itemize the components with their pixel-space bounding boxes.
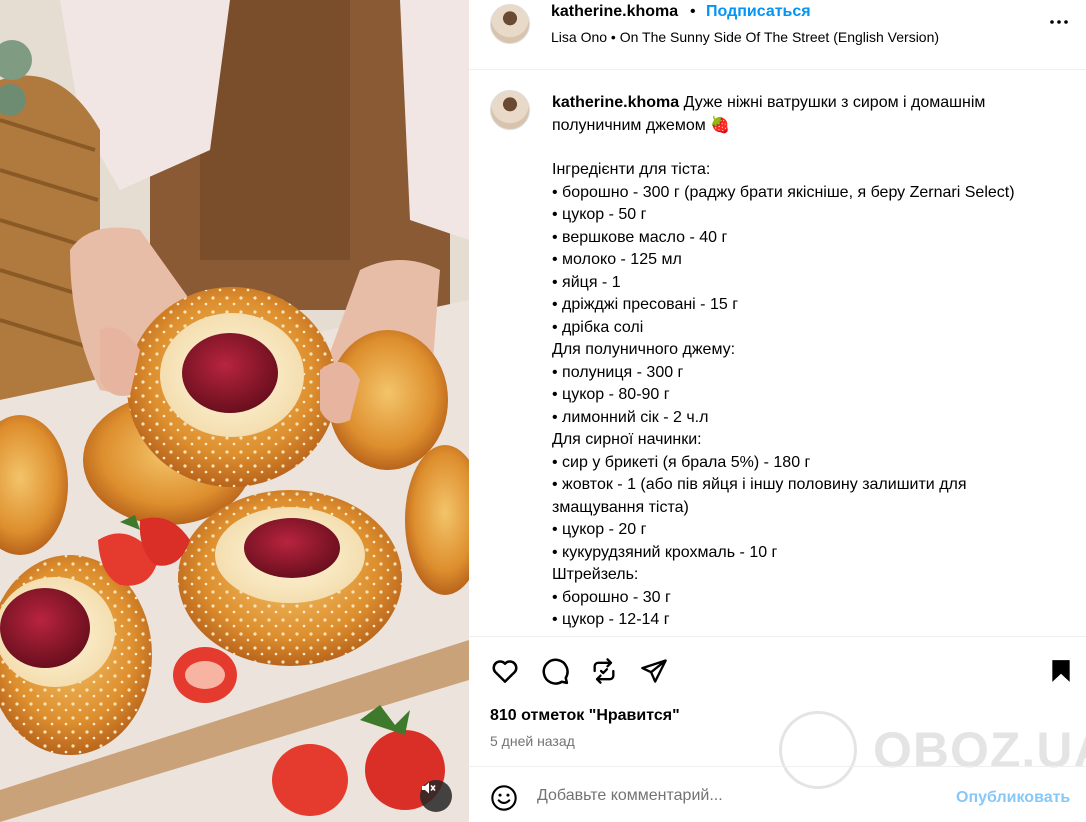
caption-area: katherine.khoma Дуже ніжні ватрушки з си…	[469, 71, 1086, 636]
pastry-photo	[0, 0, 469, 822]
comment-button[interactable]	[538, 654, 572, 688]
caption-line: • цукор - 12-14 г	[552, 611, 670, 628]
caption-line: • борошно - 30 г	[552, 588, 671, 606]
caption-line: • молоко - 125 мл	[552, 251, 682, 268]
caption-intro-1: Дуже ніжні ватрушки з сиром і домашнім	[683, 94, 986, 111]
emoji-icon	[491, 785, 517, 811]
comment-icon	[542, 658, 569, 685]
caption-line: • дріжджі пресовані - 15 г	[552, 296, 739, 313]
more-horizontal-icon	[1050, 20, 1068, 24]
caption-line: • дрібка солі	[552, 318, 644, 336]
send-button[interactable]	[637, 654, 671, 688]
caption-line: • яйця - 1	[552, 273, 621, 291]
caption-line: Для сирної начинки:	[552, 431, 702, 448]
emoji-button[interactable]	[490, 784, 518, 812]
save-button[interactable]	[1044, 654, 1078, 688]
like-button[interactable]	[488, 654, 522, 688]
caption-line: • цукор - 50 г	[552, 206, 647, 223]
post-media[interactable]	[0, 0, 469, 822]
caption-line: • кукурудзяний крохмаль - 10 г	[552, 543, 778, 561]
caption-line: • борошно - 300 г (раджу брати якісніше,…	[552, 183, 1015, 201]
caption-line: • цукор - 20 г	[552, 521, 647, 538]
heart-icon	[492, 660, 518, 683]
post-header: katherine.khoma • Подписаться Lisa Ono •…	[469, 0, 1086, 70]
caption-avatar[interactable]	[490, 90, 530, 130]
caption-line: • цукор - 80-90 г	[552, 386, 670, 403]
caption-line: Для полуничного джему:	[552, 341, 736, 358]
comment-input[interactable]	[537, 781, 937, 811]
speaker-muted-icon	[422, 782, 436, 794]
caption-line: Інгредієнти для тіста:	[552, 161, 711, 178]
bookmark-icon	[1052, 660, 1070, 682]
post-date[interactable]: 5 дней назад	[490, 733, 575, 749]
publish-comment-button[interactable]: Опубликовать	[956, 789, 1070, 807]
follow-button[interactable]: Подписаться	[706, 3, 811, 21]
caption-line: • жовток - 1 (або пів яйця і іншу полови…	[552, 476, 967, 493]
caption-text: katherine.khoma Дуже ніжні ватрушки з си…	[552, 92, 1072, 632]
avatar[interactable]	[490, 4, 530, 44]
caption-line: Штрейзель:	[552, 566, 639, 583]
post-panel: katherine.khoma • Подписаться Lisa Ono •…	[469, 0, 1086, 822]
send-icon	[641, 659, 667, 683]
caption-intro-2: полуничним джемом 🍓	[552, 116, 731, 134]
caption-line: • сир у брикеті (я брала 5%) - 180 г	[552, 453, 811, 471]
action-bar: 810 отметок "Нравится" 5 дней назад	[469, 636, 1086, 766]
comment-bar: Опубликовать	[469, 766, 1086, 822]
caption-line: змащування тіста)	[552, 498, 689, 516]
caption-username[interactable]: katherine.khoma	[552, 94, 679, 111]
music-info[interactable]: Lisa Ono • On The Sunny Side Of The Stre…	[551, 29, 939, 45]
mute-button[interactable]	[420, 780, 452, 812]
repost-icon	[593, 658, 615, 684]
like-count[interactable]: 810 отметок "Нравится"	[490, 707, 680, 725]
more-options-button[interactable]	[1047, 10, 1071, 34]
separator-dot: •	[690, 3, 696, 20]
caption-line: • лимонний сік - 2 ч.л	[552, 408, 709, 426]
repost-button[interactable]	[587, 654, 621, 688]
caption-line: • вершкове масло - 40 г	[552, 228, 728, 246]
caption-line: • полуниця - 300 г	[552, 363, 684, 381]
author-username[interactable]: katherine.khoma	[551, 3, 678, 21]
